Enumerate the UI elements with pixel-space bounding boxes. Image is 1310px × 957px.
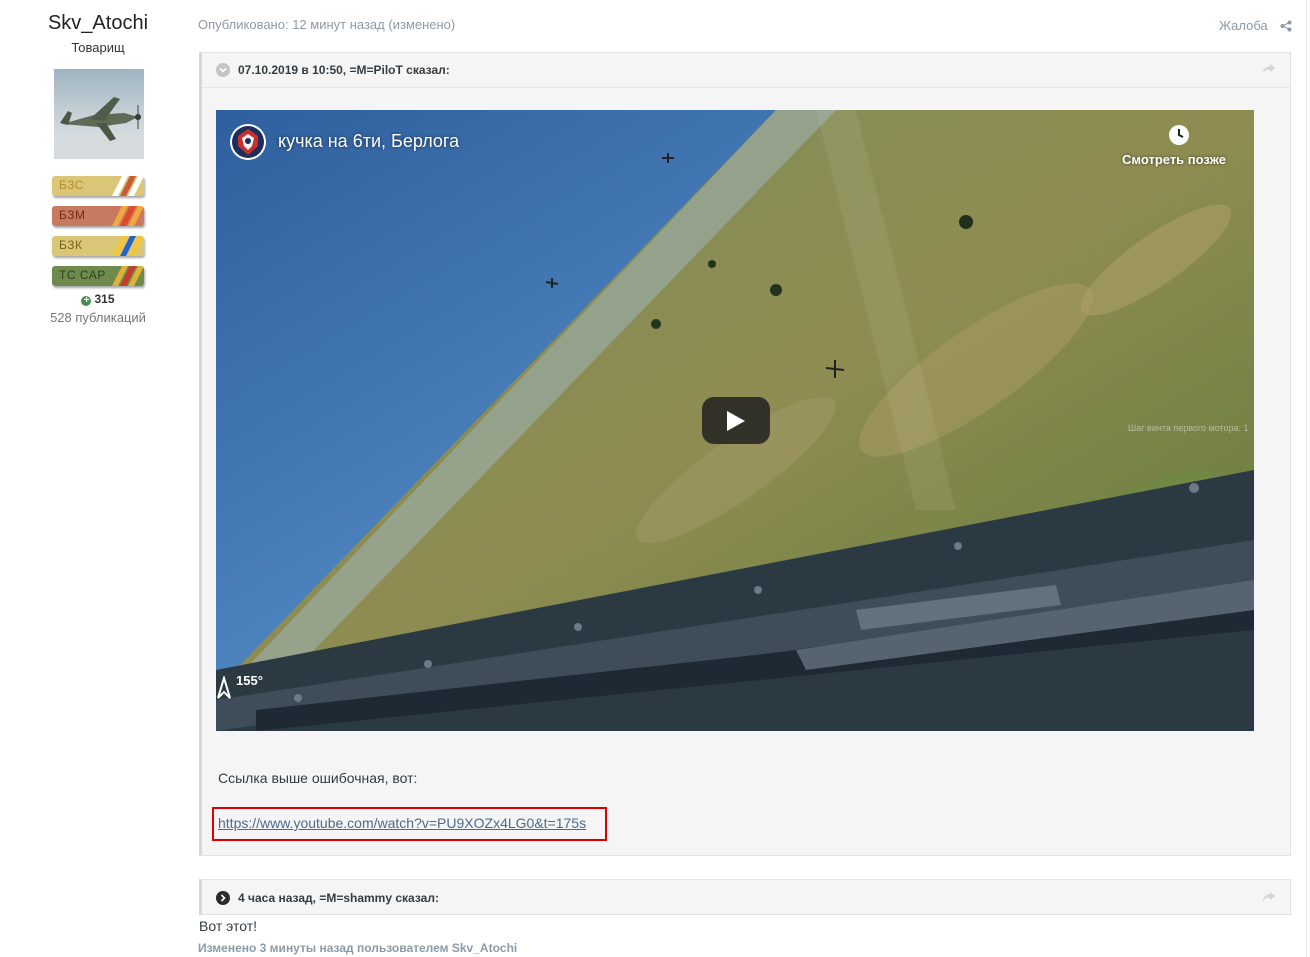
- badge-stripes: [112, 266, 144, 286]
- badge-stripes: [112, 206, 144, 226]
- badge-label: ТС САР: [59, 268, 106, 282]
- badge-ts-sar: ТС САР: [52, 266, 144, 286]
- go-to-quote-icon[interactable]: [1262, 890, 1276, 908]
- quote-citation[interactable]: 4 часа назад, =M=shammy сказал:: [238, 891, 439, 905]
- highlight-annotation: [212, 807, 607, 841]
- go-to-quote-icon[interactable]: [1262, 62, 1276, 80]
- report-link[interactable]: Жалоба: [1219, 18, 1268, 33]
- badge-bzm: БЗМ: [52, 206, 144, 226]
- watch-later-button[interactable]: Смотреть позже: [1122, 152, 1226, 167]
- edited-note: Изменено 3 минуты назад пользователем Sk…: [198, 941, 518, 955]
- plus-circle-icon: +: [81, 296, 92, 306]
- badge-label: БЗМ: [59, 208, 86, 222]
- play-icon: [727, 411, 745, 431]
- reputation[interactable]: +315: [0, 292, 196, 306]
- quote-header: 07.10.2019 в 10:50, =M=PiloT сказал:: [202, 53, 1290, 88]
- avatar[interactable]: [54, 69, 144, 159]
- reply-text: Вот этот!: [199, 918, 257, 934]
- avatar-image: [54, 69, 144, 159]
- chevron-down-icon[interactable]: [216, 63, 230, 77]
- channel-logo[interactable]: [230, 124, 266, 160]
- quote-block: 07.10.2019 в 10:50, =M=PiloT сказал: куч…: [199, 52, 1291, 856]
- share-icon[interactable]: [1280, 19, 1292, 37]
- column-divider: [1306, 0, 1307, 957]
- badge-stripes: [112, 236, 144, 256]
- badge-label: БЗК: [59, 238, 83, 252]
- hud-overlay-text: Шаг винта первого мотора: 1: [1128, 423, 1249, 433]
- youtube-video-embed[interactable]: кучка на 6ти, Берлога Смотреть позже 155…: [216, 110, 1254, 731]
- post-date[interactable]: Опубликовано: 12 минут назад (изменено): [198, 17, 455, 32]
- author-rank: Товарищ: [71, 40, 125, 55]
- author-name[interactable]: Skv_Atochi: [0, 12, 196, 35]
- badge-label: БЗС: [59, 178, 85, 192]
- badge-stripes: [112, 176, 144, 196]
- reputation-value: 315: [94, 292, 115, 306]
- post-text: Ссылка выше ошибочная, вот:: [218, 770, 418, 786]
- quote-block-2: 4 часа назад, =M=shammy сказал:: [199, 879, 1291, 915]
- post-count: 528 публикаций: [50, 310, 146, 325]
- badge-bzs: БЗС: [52, 176, 144, 196]
- video-title[interactable]: кучка на 6ти, Берлога: [278, 131, 459, 152]
- play-button[interactable]: [702, 397, 770, 444]
- compass-heading: 155°: [236, 673, 263, 688]
- clock-icon[interactable]: [1168, 124, 1190, 151]
- quote-citation[interactable]: 07.10.2019 в 10:50, =M=PiloT сказал:: [238, 63, 450, 77]
- badge-bzk: БЗК: [52, 236, 144, 256]
- compass-icon: [216, 674, 232, 705]
- chevron-right-icon[interactable]: [216, 891, 230, 905]
